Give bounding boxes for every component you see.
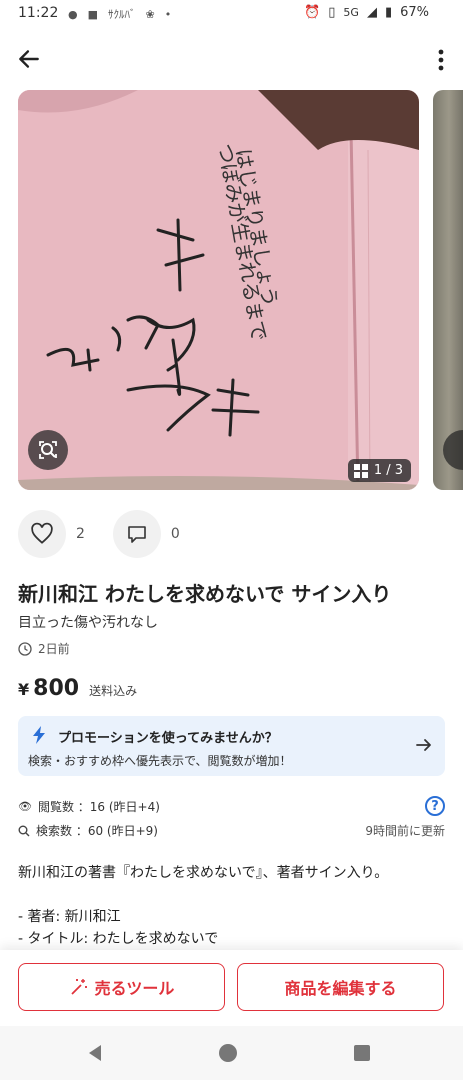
bottom-action-bar: 売るツール 商品を編集する xyxy=(0,950,463,1026)
clock-icon xyxy=(18,641,32,656)
vibrate-icon: ▯ xyxy=(328,5,336,20)
posted-ago-text: 2日前 xyxy=(38,642,70,656)
updated-time: 9時間前に更新 xyxy=(365,824,445,838)
sell-tools-label: 売るツール xyxy=(94,979,175,998)
nav-back-icon[interactable] xyxy=(86,1044,104,1062)
chat-icon: ● xyxy=(68,7,78,21)
description-line: 新川和江の著書『わたしを求めないで』、著者サイン入り。 xyxy=(18,865,389,881)
nav-home-icon[interactable] xyxy=(218,1043,238,1063)
heart-icon xyxy=(31,522,53,544)
shipping-label: 送料込み xyxy=(89,684,138,698)
zoom-button[interactable] xyxy=(28,430,68,470)
description-line: - 著者: 新川和江 xyxy=(18,909,121,925)
views-text: 閲覧数 ：16 (昨日+4) xyxy=(37,800,160,814)
image-gallery[interactable]: はじまりましょう つぼみが生まれるまで 1 / 3 xyxy=(18,90,463,490)
engagement-bar: 2 0 xyxy=(18,510,208,558)
signed-page-image: はじまりましょう つぼみが生まれるまで xyxy=(18,90,419,490)
edit-item-button[interactable]: 商品を編集する xyxy=(237,963,444,1011)
sell-tools-button[interactable]: 売るツール xyxy=(18,963,225,1011)
signal-icon: ◢ xyxy=(366,5,377,20)
back-arrow-icon[interactable] xyxy=(16,46,42,72)
promotion-banner[interactable]: プロモーションを使ってみませんか？ 検索・おすすめ枠へ優先表示で、閲覧数が増加！ xyxy=(18,716,445,776)
status-label: ｻｸﾙﾊﾞ xyxy=(108,8,136,21)
status-time: 11:22 xyxy=(18,5,59,21)
battery-level: 67% xyxy=(400,5,429,20)
lightning-icon xyxy=(33,726,45,744)
arrow-right-icon xyxy=(416,739,431,751)
battery-icon: ▮ xyxy=(384,5,393,20)
item-title: 新川和江 わたしを求めないで サイン入り xyxy=(18,582,392,606)
price-symbol: ¥ xyxy=(18,680,30,699)
app-icon: ■ xyxy=(87,7,99,21)
nav-recents-icon[interactable] xyxy=(353,1044,371,1062)
status-bar: 11:22 ● ■ ｻｸﾙﾊﾞ ❀ • ⏰ ▯ 5G ◢ ▮ 67% xyxy=(0,0,463,28)
promo-subtitle: 検索・おすすめ枠へ優先表示で、閲覧数が増加！ xyxy=(28,754,292,768)
posted-time: 2日前 xyxy=(18,640,70,657)
views-stat: 👁 閲覧数 ：16 (昨日+4) xyxy=(18,798,445,815)
price: ¥ 800 送料込み xyxy=(18,676,137,701)
eye-icon: 👁 xyxy=(18,800,32,813)
comment-button[interactable] xyxy=(112,510,161,558)
description-line: - タイトル: わたしを求めないで xyxy=(18,931,219,947)
help-icon[interactable]: ? xyxy=(425,796,445,816)
grid-icon xyxy=(353,463,368,478)
dot-icon: • xyxy=(164,7,172,21)
system-nav-bar xyxy=(0,1026,463,1080)
fan-icon: ❀ xyxy=(145,7,155,21)
network-label: 5G xyxy=(343,6,359,19)
like-count: 2 xyxy=(76,526,85,542)
item-description: 新川和江の著書『わたしを求めないで』、著者サイン入り。 - 著者: 新川和江 -… xyxy=(18,862,448,950)
comment-count: 0 xyxy=(170,526,180,542)
promo-title: プロモーションを使ってみませんか？ xyxy=(58,731,278,746)
alarm-icon: ⏰ xyxy=(304,5,321,20)
edit-item-label: 商品を編集する xyxy=(284,979,397,998)
searches-text: 検索数 ：60 (昨日+9) xyxy=(36,824,158,838)
zoom-icon xyxy=(39,441,57,459)
search-icon xyxy=(18,825,30,836)
top-bar xyxy=(0,40,463,80)
item-photo[interactable]: はじまりましょう つぼみが生まれるまで 1 / 3 xyxy=(18,90,419,490)
image-counter: 1 / 3 xyxy=(347,459,411,482)
like-button[interactable] xyxy=(18,510,66,558)
item-condition: 目立った傷や汚れなし xyxy=(18,615,158,631)
more-menu-icon[interactable] xyxy=(437,48,445,72)
image-counter-text: 1 / 3 xyxy=(373,463,403,478)
price-value: 800 xyxy=(33,676,80,701)
comment-icon xyxy=(128,526,146,543)
magic-wand-icon xyxy=(71,979,87,995)
